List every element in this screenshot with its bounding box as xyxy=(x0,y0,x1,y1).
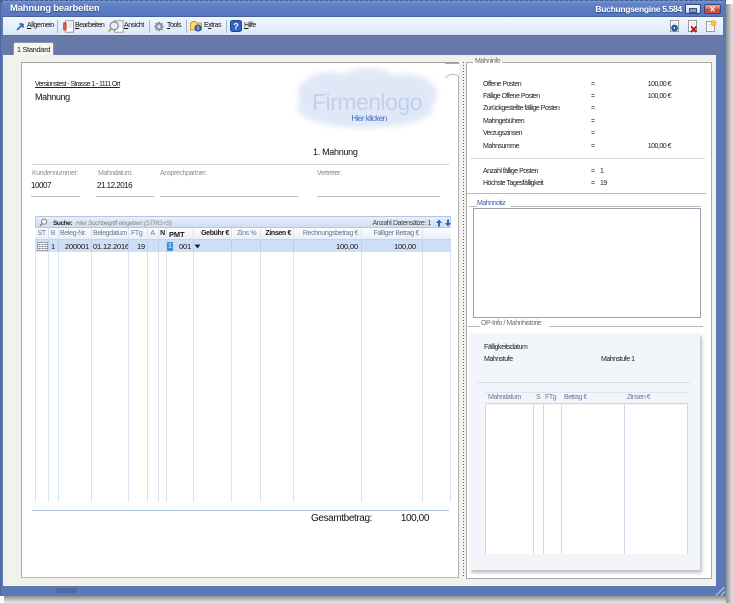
svg-text:Hier klicken: Hier klicken xyxy=(351,114,386,123)
svg-text:?: ? xyxy=(233,22,239,32)
svg-text:Firmenlogo: Firmenlogo xyxy=(312,89,422,115)
